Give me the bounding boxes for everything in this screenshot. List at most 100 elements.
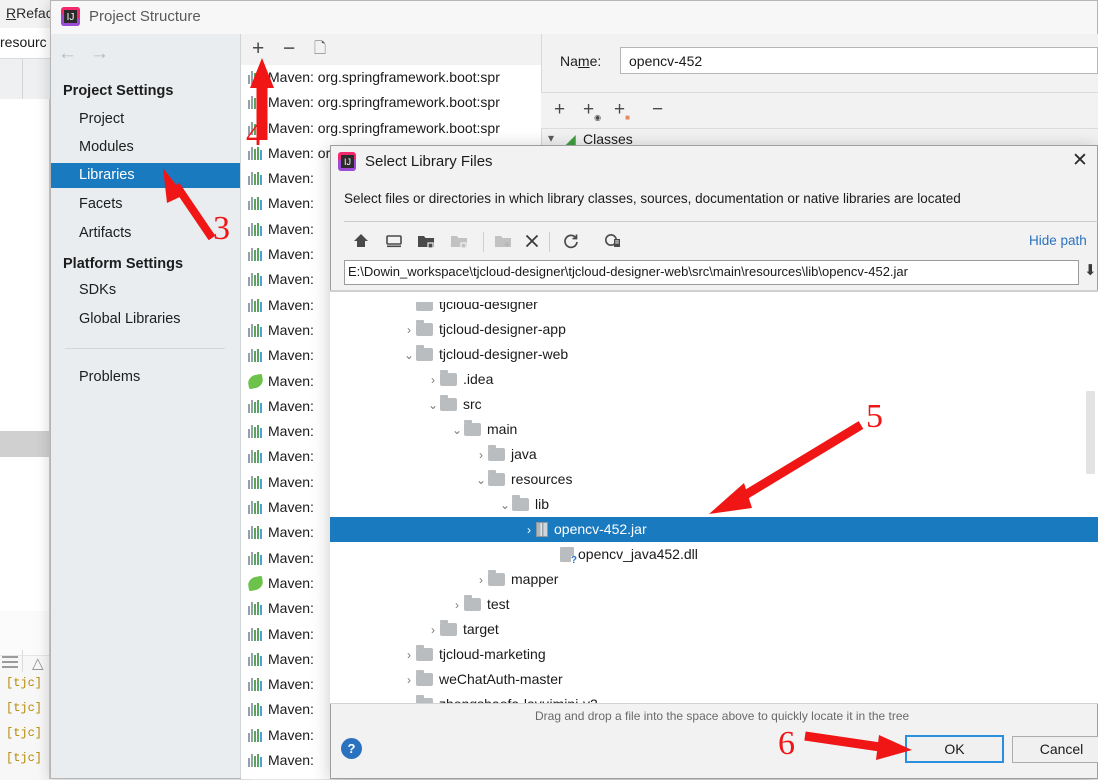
library-list-item-label: Maven: bbox=[268, 574, 314, 591]
remove-library-button[interactable]: − bbox=[283, 38, 295, 59]
file-tree-row[interactable]: › .idea bbox=[330, 367, 1098, 392]
add-native-button[interactable]: +■ bbox=[614, 100, 630, 122]
chevron-down-icon[interactable]: ⌄ bbox=[474, 468, 488, 493]
file-tree-row[interactable]: › tjcloud-marketing bbox=[330, 642, 1098, 667]
toolbar-separator bbox=[22, 650, 23, 672]
sidebar-item-facets[interactable]: Facets bbox=[79, 196, 123, 212]
remove-root-button[interactable]: − bbox=[652, 100, 663, 119]
maven-leaf-icon bbox=[246, 373, 265, 389]
sidebar-item-modules[interactable]: Modules bbox=[79, 139, 134, 155]
add-library-button[interactable]: + bbox=[252, 38, 264, 59]
chevron-down-icon[interactable]: ▾ bbox=[548, 131, 554, 145]
library-list-item[interactable]: Maven: org.springframework.boot:spr bbox=[241, 65, 541, 90]
folder-icon bbox=[440, 370, 457, 386]
copy-library-button[interactable]: 🗋 bbox=[314, 41, 326, 56]
chevron-right-icon[interactable]: › bbox=[402, 318, 416, 343]
intellij-idea-icon: IJ bbox=[338, 152, 358, 172]
maven-library-icon bbox=[248, 248, 263, 262]
refresh-icon[interactable] bbox=[561, 231, 583, 253]
library-list-item[interactable]: Maven: org.springframework.boot:spr bbox=[241, 116, 541, 141]
chevron-right-icon[interactable]: › bbox=[426, 618, 440, 643]
maven-library-icon bbox=[248, 450, 263, 464]
project-folder-icon[interactable] bbox=[416, 231, 438, 253]
sidebar-item-project[interactable]: Project bbox=[79, 111, 124, 127]
desktop-icon[interactable] bbox=[384, 231, 406, 253]
editor-tab-resources[interactable]: resourc bbox=[0, 34, 47, 50]
file-tree-row[interactable]: ⌄ resources bbox=[330, 467, 1098, 492]
file-tree-row-label: test bbox=[487, 596, 510, 612]
delete-icon[interactable] bbox=[522, 231, 544, 253]
library-list-item-label: Maven: bbox=[268, 499, 314, 516]
sidebar-item-sdks[interactable]: SDKs bbox=[79, 282, 116, 298]
file-tree-row[interactable]: tjcloud-designer bbox=[330, 302, 1098, 317]
nav-forward-icon[interactable]: → bbox=[90, 43, 109, 65]
library-list-item-label: Maven: bbox=[268, 372, 314, 389]
annotation-number-5: 5 bbox=[866, 398, 883, 435]
chevron-right-icon[interactable]: › bbox=[522, 518, 536, 543]
file-tree-row[interactable]: › weChatAuth-master bbox=[330, 667, 1098, 692]
file-tree-row[interactable]: › tjcloud-designer-app bbox=[330, 317, 1098, 342]
help-icon[interactable]: ? bbox=[341, 738, 362, 759]
add-sources-button[interactable]: +◉ bbox=[583, 100, 601, 122]
chevron-down-icon[interactable]: ⌄ bbox=[450, 418, 464, 443]
chevron-down-icon[interactable]: ⌄ bbox=[426, 393, 440, 418]
library-list-item-label: Maven: bbox=[268, 296, 314, 313]
sidebar-item-problems[interactable]: Problems bbox=[79, 369, 140, 385]
file-tree-row[interactable]: › zhongshaofa-layuimini-v2 bbox=[330, 692, 1098, 703]
hide-path-link[interactable]: Hide path bbox=[1029, 233, 1087, 248]
chevron-down-icon[interactable]: ⌄ bbox=[498, 493, 512, 518]
library-list-item[interactable]: Maven: org.springframework.boot:spr bbox=[241, 90, 541, 115]
chevron-right-icon[interactable]: › bbox=[426, 368, 440, 393]
library-list-item-label: Maven: org.springframework.boot:spr bbox=[268, 119, 500, 136]
dll-file-icon bbox=[560, 547, 577, 565]
sidebar-item-global-libraries[interactable]: Global Libraries bbox=[79, 311, 181, 327]
menu-hamburger-icon[interactable] bbox=[2, 656, 18, 668]
toolbar-separator bbox=[549, 232, 550, 252]
toolbar-separator bbox=[483, 232, 484, 252]
file-tree-row[interactable]: › test bbox=[330, 592, 1098, 617]
nav-divider bbox=[65, 348, 225, 349]
chevron-down-icon[interactable]: ⌄ bbox=[402, 343, 416, 368]
svg-text:IJ: IJ bbox=[344, 157, 351, 167]
chevron-right-icon[interactable]: › bbox=[402, 693, 416, 703]
cancel-button[interactable]: Cancel bbox=[1012, 736, 1098, 763]
file-tree-row[interactable]: ⌄ lib bbox=[330, 492, 1098, 517]
maven-library-icon bbox=[248, 222, 263, 236]
file-tree-row[interactable]: opencv_java452.dll bbox=[330, 542, 1098, 567]
file-tree[interactable]: tjcloud-designer › tjcloud-designer-app ⌄ tj… bbox=[330, 290, 1098, 703]
nav-back-icon[interactable]: ← bbox=[58, 43, 77, 65]
file-tree-row[interactable]: › opencv-452.jar bbox=[330, 517, 1098, 542]
dialog-title: Select Library Files bbox=[365, 153, 493, 170]
ide-grid-separator bbox=[22, 59, 23, 99]
nav-group-platform-settings: Platform Settings bbox=[63, 256, 184, 272]
file-tree-row[interactable]: ⌄ src bbox=[330, 392, 1098, 417]
sidebar-item-artifacts[interactable]: Artifacts bbox=[79, 225, 131, 241]
file-tree-row-label: java bbox=[511, 446, 537, 462]
name-input-value: opencv-452 bbox=[629, 53, 703, 69]
chevron-right-icon[interactable]: › bbox=[474, 443, 488, 468]
file-tree-row[interactable]: › mapper bbox=[330, 567, 1098, 592]
ok-button[interactable]: OK bbox=[905, 735, 1004, 763]
file-tree-scrollbar[interactable] bbox=[1086, 391, 1095, 474]
file-tree-row[interactable]: ⌄ main bbox=[330, 417, 1098, 442]
file-tree-row[interactable]: › java bbox=[330, 442, 1098, 467]
menu-refactor[interactable]: RRefac bbox=[6, 5, 53, 21]
console-line: [tjc] bbox=[6, 751, 43, 765]
home-icon[interactable] bbox=[351, 231, 373, 253]
chevron-right-icon[interactable]: › bbox=[402, 643, 416, 668]
close-icon[interactable]: ✕ bbox=[1072, 151, 1088, 170]
file-tree-row[interactable]: ⌄ tjcloud-designer-web bbox=[330, 342, 1098, 367]
console-line: [tjc] bbox=[6, 701, 43, 715]
download-history-icon[interactable]: ⬇ bbox=[1084, 263, 1097, 278]
add-root-button[interactable]: + bbox=[554, 100, 565, 119]
folder-icon bbox=[416, 345, 433, 361]
chevron-right-icon[interactable]: › bbox=[474, 568, 488, 593]
chevron-right-icon[interactable]: › bbox=[402, 668, 416, 693]
chevron-right-icon[interactable]: › bbox=[450, 593, 464, 618]
sidebar-item-libraries-label: Libraries bbox=[79, 167, 135, 183]
collapse-up-icon[interactable]: △ bbox=[32, 656, 44, 671]
file-tree-row[interactable]: › target bbox=[330, 617, 1098, 642]
library-list-item-label: Maven: bbox=[268, 524, 314, 541]
library-list-item-label: Maven: bbox=[268, 676, 314, 693]
show-hidden-icon[interactable] bbox=[603, 231, 625, 253]
